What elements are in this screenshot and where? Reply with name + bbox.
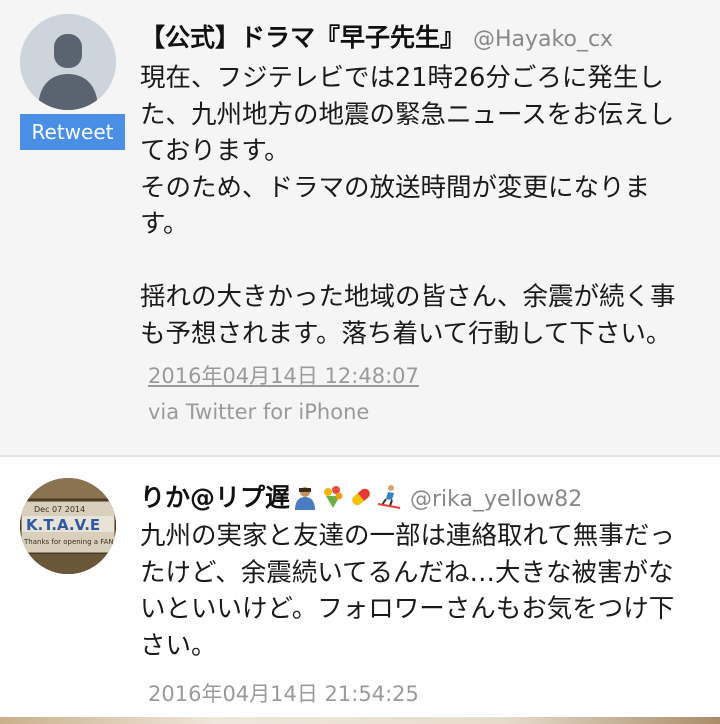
tweet-text: 現在、フジテレビでは21時26分ごろに発生し た、九州地方の地震の緊急ニュースを…: [140, 63, 676, 349]
pill-emoji: [352, 488, 370, 506]
person-bowing-emoji: [295, 487, 316, 510]
skier-emoji: [377, 485, 401, 509]
avatar[interactable]: [20, 14, 116, 110]
avatar-caption-text: Thanks for opening a FAN: [23, 538, 114, 546]
tweet-header: りか@リプ遅 @rika_yellow82: [140, 478, 582, 514]
retweet-badge: Retweet: [20, 114, 125, 150]
avatar-photo: Dec 07 2014 K.T.A.V.E Thanks for opening…: [20, 478, 116, 574]
avatar[interactable]: Dec 07 2014 K.T.A.V.E Thanks for opening…: [20, 478, 116, 574]
display-name[interactable]: りか@リプ遅: [140, 483, 290, 512]
tweet-timestamp[interactable]: 2016年04月14日 21:54:25: [148, 678, 419, 708]
user-handle[interactable]: @Hayako_cx: [473, 27, 613, 52]
tweet-timestamp[interactable]: 2016年04月14日 12:48:07: [148, 360, 419, 390]
user-handle[interactable]: @rika_yellow82: [410, 487, 582, 512]
tweet-text: 九州の実家と友達の一部は連絡取れて無事だっ たけど、余震続いてるんだね…大きな被…: [140, 521, 675, 661]
bouquet-emoji: [324, 486, 343, 508]
display-name[interactable]: 【公式】ドラマ『早子先生』: [140, 23, 465, 52]
tweet-source: via Twitter for iPhone: [148, 400, 370, 424]
default-user-icon: [20, 14, 116, 110]
avatar-date-text: Dec 07 2014: [34, 505, 85, 514]
avatar-banner-text: K.T.A.V.E: [26, 516, 100, 534]
next-tweet-edge: [0, 717, 720, 724]
tweet-header: 【公式】ドラマ『早子先生』 @Hayako_cx: [140, 18, 613, 54]
